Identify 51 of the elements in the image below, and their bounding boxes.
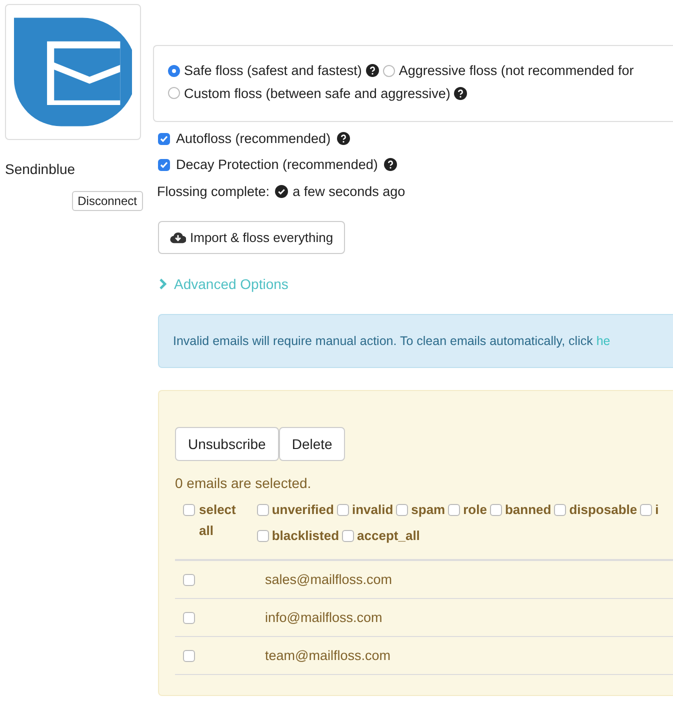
filter-label: blacklisted <box>272 527 340 545</box>
cloud-download-icon <box>170 231 186 244</box>
checkbox[interactable] <box>342 530 354 542</box>
radio-button[interactable] <box>168 87 180 99</box>
integration-name: Sendinblue <box>5 161 76 177</box>
filter-label: i <box>655 501 659 519</box>
checkbox[interactable] <box>158 132 170 144</box>
selected-count: 0 emails are selected. <box>175 475 312 491</box>
filter-label: banned <box>504 501 552 519</box>
checkbox[interactable] <box>256 530 269 542</box>
mode-label: Aggressive floss (not recommended for <box>398 62 634 80</box>
checkbox[interactable] <box>158 158 170 170</box>
option-label: Autofloss (recommended) <box>176 131 331 146</box>
help-icon[interactable] <box>366 64 379 77</box>
checkbox[interactable] <box>554 504 566 516</box>
checkbox[interactable] <box>336 504 349 516</box>
checkbox[interactable] <box>490 504 502 516</box>
status-label: Flossing complete: <box>157 184 270 199</box>
option-label: Decay Protection (recommended) <box>176 157 378 172</box>
select-all-label: select all <box>199 501 237 540</box>
filter-label: unverified <box>272 501 334 519</box>
help-icon[interactable] <box>336 132 350 145</box>
filter-label: role <box>463 501 487 519</box>
filter-label: invalid <box>352 501 394 519</box>
radio-button[interactable] <box>382 64 395 76</box>
checkbox[interactable] <box>183 574 195 586</box>
status-time: a few seconds ago <box>292 184 406 199</box>
email-address: info@mailfloss.com <box>265 610 382 625</box>
checkbox[interactable] <box>183 504 195 516</box>
action-button[interactable]: Delete <box>278 427 346 461</box>
email-address: team@mailfloss.com <box>265 648 390 663</box>
filter-label: spam <box>411 501 446 519</box>
action-button[interactable]: Unsubscribe <box>175 427 279 461</box>
checkbox[interactable] <box>183 650 195 662</box>
help-icon[interactable] <box>384 158 397 171</box>
mode-label: Safe floss (safest and fastest) <box>184 62 362 80</box>
email-address: sales@mailfloss.com <box>265 572 392 587</box>
filter-label: accept_all <box>357 527 420 545</box>
checkbox[interactable] <box>183 612 195 624</box>
checkbox[interactable] <box>256 504 269 516</box>
mode-label: Custom floss (between safe and aggressive) <box>184 84 450 103</box>
checkbox[interactable] <box>640 504 652 516</box>
radio-button[interactable] <box>168 64 180 76</box>
import-button[interactable]: Import & floss everything <box>158 221 346 254</box>
check-circle-icon <box>274 185 288 198</box>
checkbox[interactable] <box>448 504 460 516</box>
help-icon[interactable] <box>454 86 468 100</box>
disconnect-button[interactable]: Disconnect <box>72 191 143 211</box>
alert-message: Invalid emails will require manual action. To clean emails automatically, click he <box>173 334 610 348</box>
checkbox[interactable] <box>396 504 408 516</box>
filter-label: disposable <box>569 501 638 519</box>
